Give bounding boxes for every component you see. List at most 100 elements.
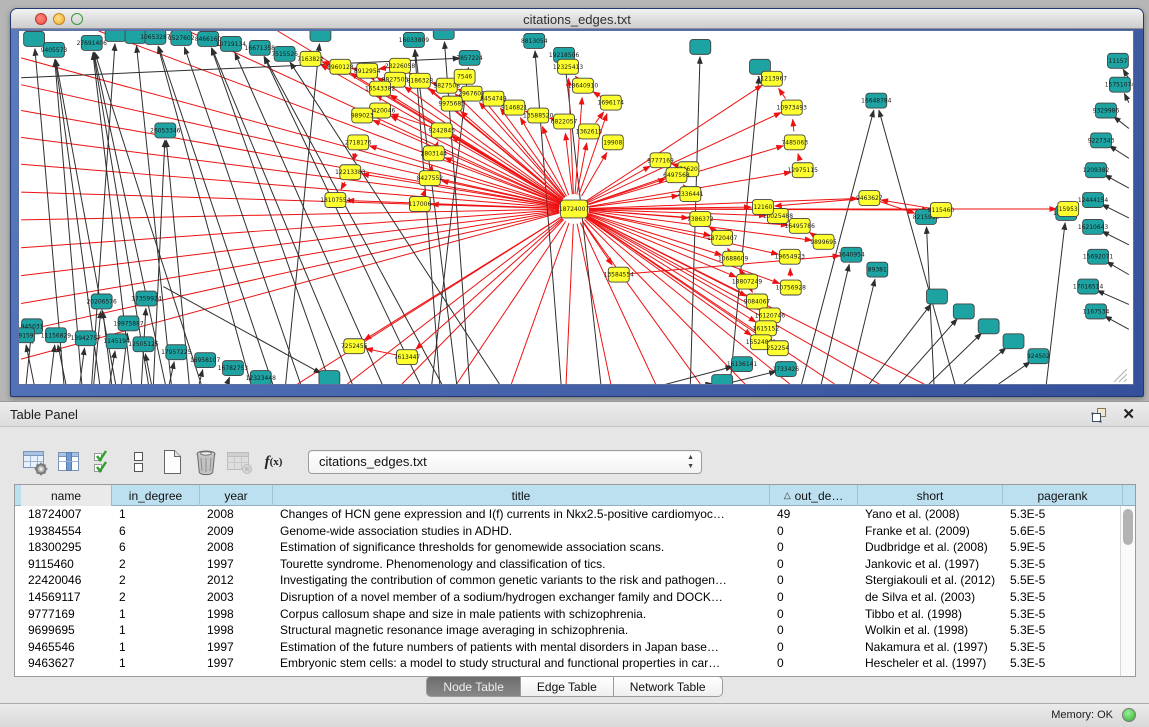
table-options-button[interactable] [22,447,49,477]
float-panel-icon[interactable] [1091,407,1107,423]
tab-edge-table[interactable]: Edge Table [521,676,614,697]
tab-node-table[interactable]: Node Table [426,676,521,697]
cell-short: Wolkin et al. (1998) [858,622,1003,639]
graph-node-label: 1209382 [1083,167,1110,174]
table-row[interactable]: 1830029562008Estimation of significance … [21,539,1135,556]
graph-node[interactable] [953,304,974,319]
column-header-in_degree[interactable]: in_degree [112,485,200,506]
table-row[interactable]: 977716911998Corpus callosum shape and si… [21,606,1135,623]
graph-edge [26,336,31,384]
close-panel-icon[interactable]: ✕ [1122,405,1135,423]
table-row[interactable]: 1872400712008Changes of HCN gene express… [21,506,1135,523]
graph-node-label: 9975685 [438,101,465,108]
graph-node[interactable] [24,31,45,46]
import-table-disabled-button [226,447,253,477]
graph-node[interactable] [927,289,948,304]
row-selection-button[interactable] [90,447,117,477]
network-window[interactable]: citations_edges.txt 94055732769140610653… [10,8,1144,397]
table-tabs: Node TableEdge TableNetwork Table [0,676,1149,697]
graph-node[interactable] [1003,334,1024,349]
graph-node-label: 2803144 [421,150,448,157]
graph-edge [793,119,794,131]
graph-node-label: 9405573 [41,47,68,54]
graph-node[interactable] [690,39,711,54]
cell-out_degree: 0 [770,622,858,639]
table-mode-button[interactable] [124,447,151,477]
graph-node[interactable] [978,319,999,334]
column-header-year[interactable]: year [200,485,273,506]
cell-pagerank: 5.9E-5 [1003,539,1123,556]
graph-node-label: 16543382 [365,86,396,93]
graph-node-label: 7613447 [394,354,421,361]
panel-title: Table Panel [10,407,78,422]
cell-year: 1998 [200,622,273,639]
table-row[interactable]: 1456911722003Disruption of a novel membe… [21,589,1135,606]
graph-edge [1097,291,1129,305]
graph-node-label: 16210643 [1078,224,1109,231]
graph-edge [779,89,786,99]
column-header-out_degree[interactable]: △out_de… [770,485,858,506]
graph-node-label: 16136141 [727,361,758,368]
graph-node-label: 20206576 [87,298,118,305]
table-panel-header: Table Panel ✕ [0,401,1149,427]
new-table-button[interactable] [158,447,185,477]
graph-node-label: 10653287 [140,34,171,41]
show-columns-button[interactable] [56,447,83,477]
memory-status-label: Memory: OK [1051,709,1113,721]
column-header-pagerank[interactable]: pagerank [1003,485,1123,506]
graph-node-label: 989023 [351,113,374,120]
graph-node-label: 12160 [753,204,772,211]
graph-node-label: 9463627 [856,195,883,202]
table-row[interactable]: 969969511998Structural magnetic resonanc… [21,622,1135,639]
cell-year: 2003 [200,589,273,606]
graph-node-label: 12323448 [246,375,277,382]
graph-node-label: 1696174 [598,100,625,107]
graph-edge [347,218,562,384]
vertical-scrollbar[interactable] [1120,506,1135,676]
graph-node-label: 1362615 [576,128,603,135]
function-builder-button[interactable]: f(x) [260,447,287,477]
column-header-short[interactable]: short [858,485,1003,506]
table-row[interactable]: 946554611997Estimation of the future num… [21,639,1135,656]
graph-node-label: 9115460 [928,207,955,214]
graph-edge [416,219,563,349]
network-canvas[interactable]: 9405573276914061065328715276028466160107… [18,30,1134,385]
table-row[interactable]: 2242004622012Investigating the contribut… [21,572,1135,589]
cell-title: Structural magnetic resonance image aver… [273,622,770,639]
table-row[interactable]: 946362711997Embryonic stem cells: a mode… [21,655,1135,672]
memory-status-icon[interactable] [1122,708,1136,722]
graph-node[interactable] [310,30,331,41]
cell-out_degree: 0 [770,572,858,589]
delete-table-button[interactable] [192,447,219,477]
cell-title: Tourette syndrome. Phenomenology and cla… [273,556,770,573]
cell-name: 18724007 [21,506,112,523]
resize-grip-icon[interactable] [1114,369,1127,382]
graph-node-label: 13588520 [523,113,554,120]
graph-edge [999,362,1031,384]
graph-node[interactable] [105,30,126,41]
table-body: 1872400712008Changes of HCN gene express… [15,506,1135,672]
table-row[interactable]: 911546021997Tourette syndrome. Phenomeno… [21,556,1135,573]
combo-arrows-icon: ▲▼ [687,453,694,471]
column-header-name[interactable]: name [21,485,112,506]
cell-in_degree: 6 [112,539,200,556]
window-titlebar[interactable]: citations_edges.txt [11,9,1143,29]
graph-node-label: 13942757 [71,335,102,342]
table-select-combo[interactable]: citations_edges.txt ▲▼ [308,450,702,474]
graph-edge [21,209,559,220]
graph-node[interactable] [433,30,454,39]
cell-short: Tibbo et al. (1998) [858,606,1003,623]
graph-node-label: 17359924 [131,295,162,302]
column-header-title[interactable]: title [273,485,770,506]
graph-node[interactable] [319,371,340,385]
graph-node-label: 7515526 [271,51,298,58]
tab-network-table[interactable]: Network Table [614,676,723,697]
table-row[interactable]: 1938455462009Genome-wide association stu… [21,523,1135,540]
cell-title: Estimation of the future numbers of pati… [273,639,770,656]
graph-node[interactable] [712,375,733,385]
scrollbar-thumb[interactable] [1123,509,1133,545]
graph-node-label: 8454749 [480,96,507,103]
cell-short: Stergiakouli et al. (2012) [858,572,1003,589]
cell-in_degree: 6 [112,523,200,540]
graph-node-label: 19654923 [775,254,806,261]
